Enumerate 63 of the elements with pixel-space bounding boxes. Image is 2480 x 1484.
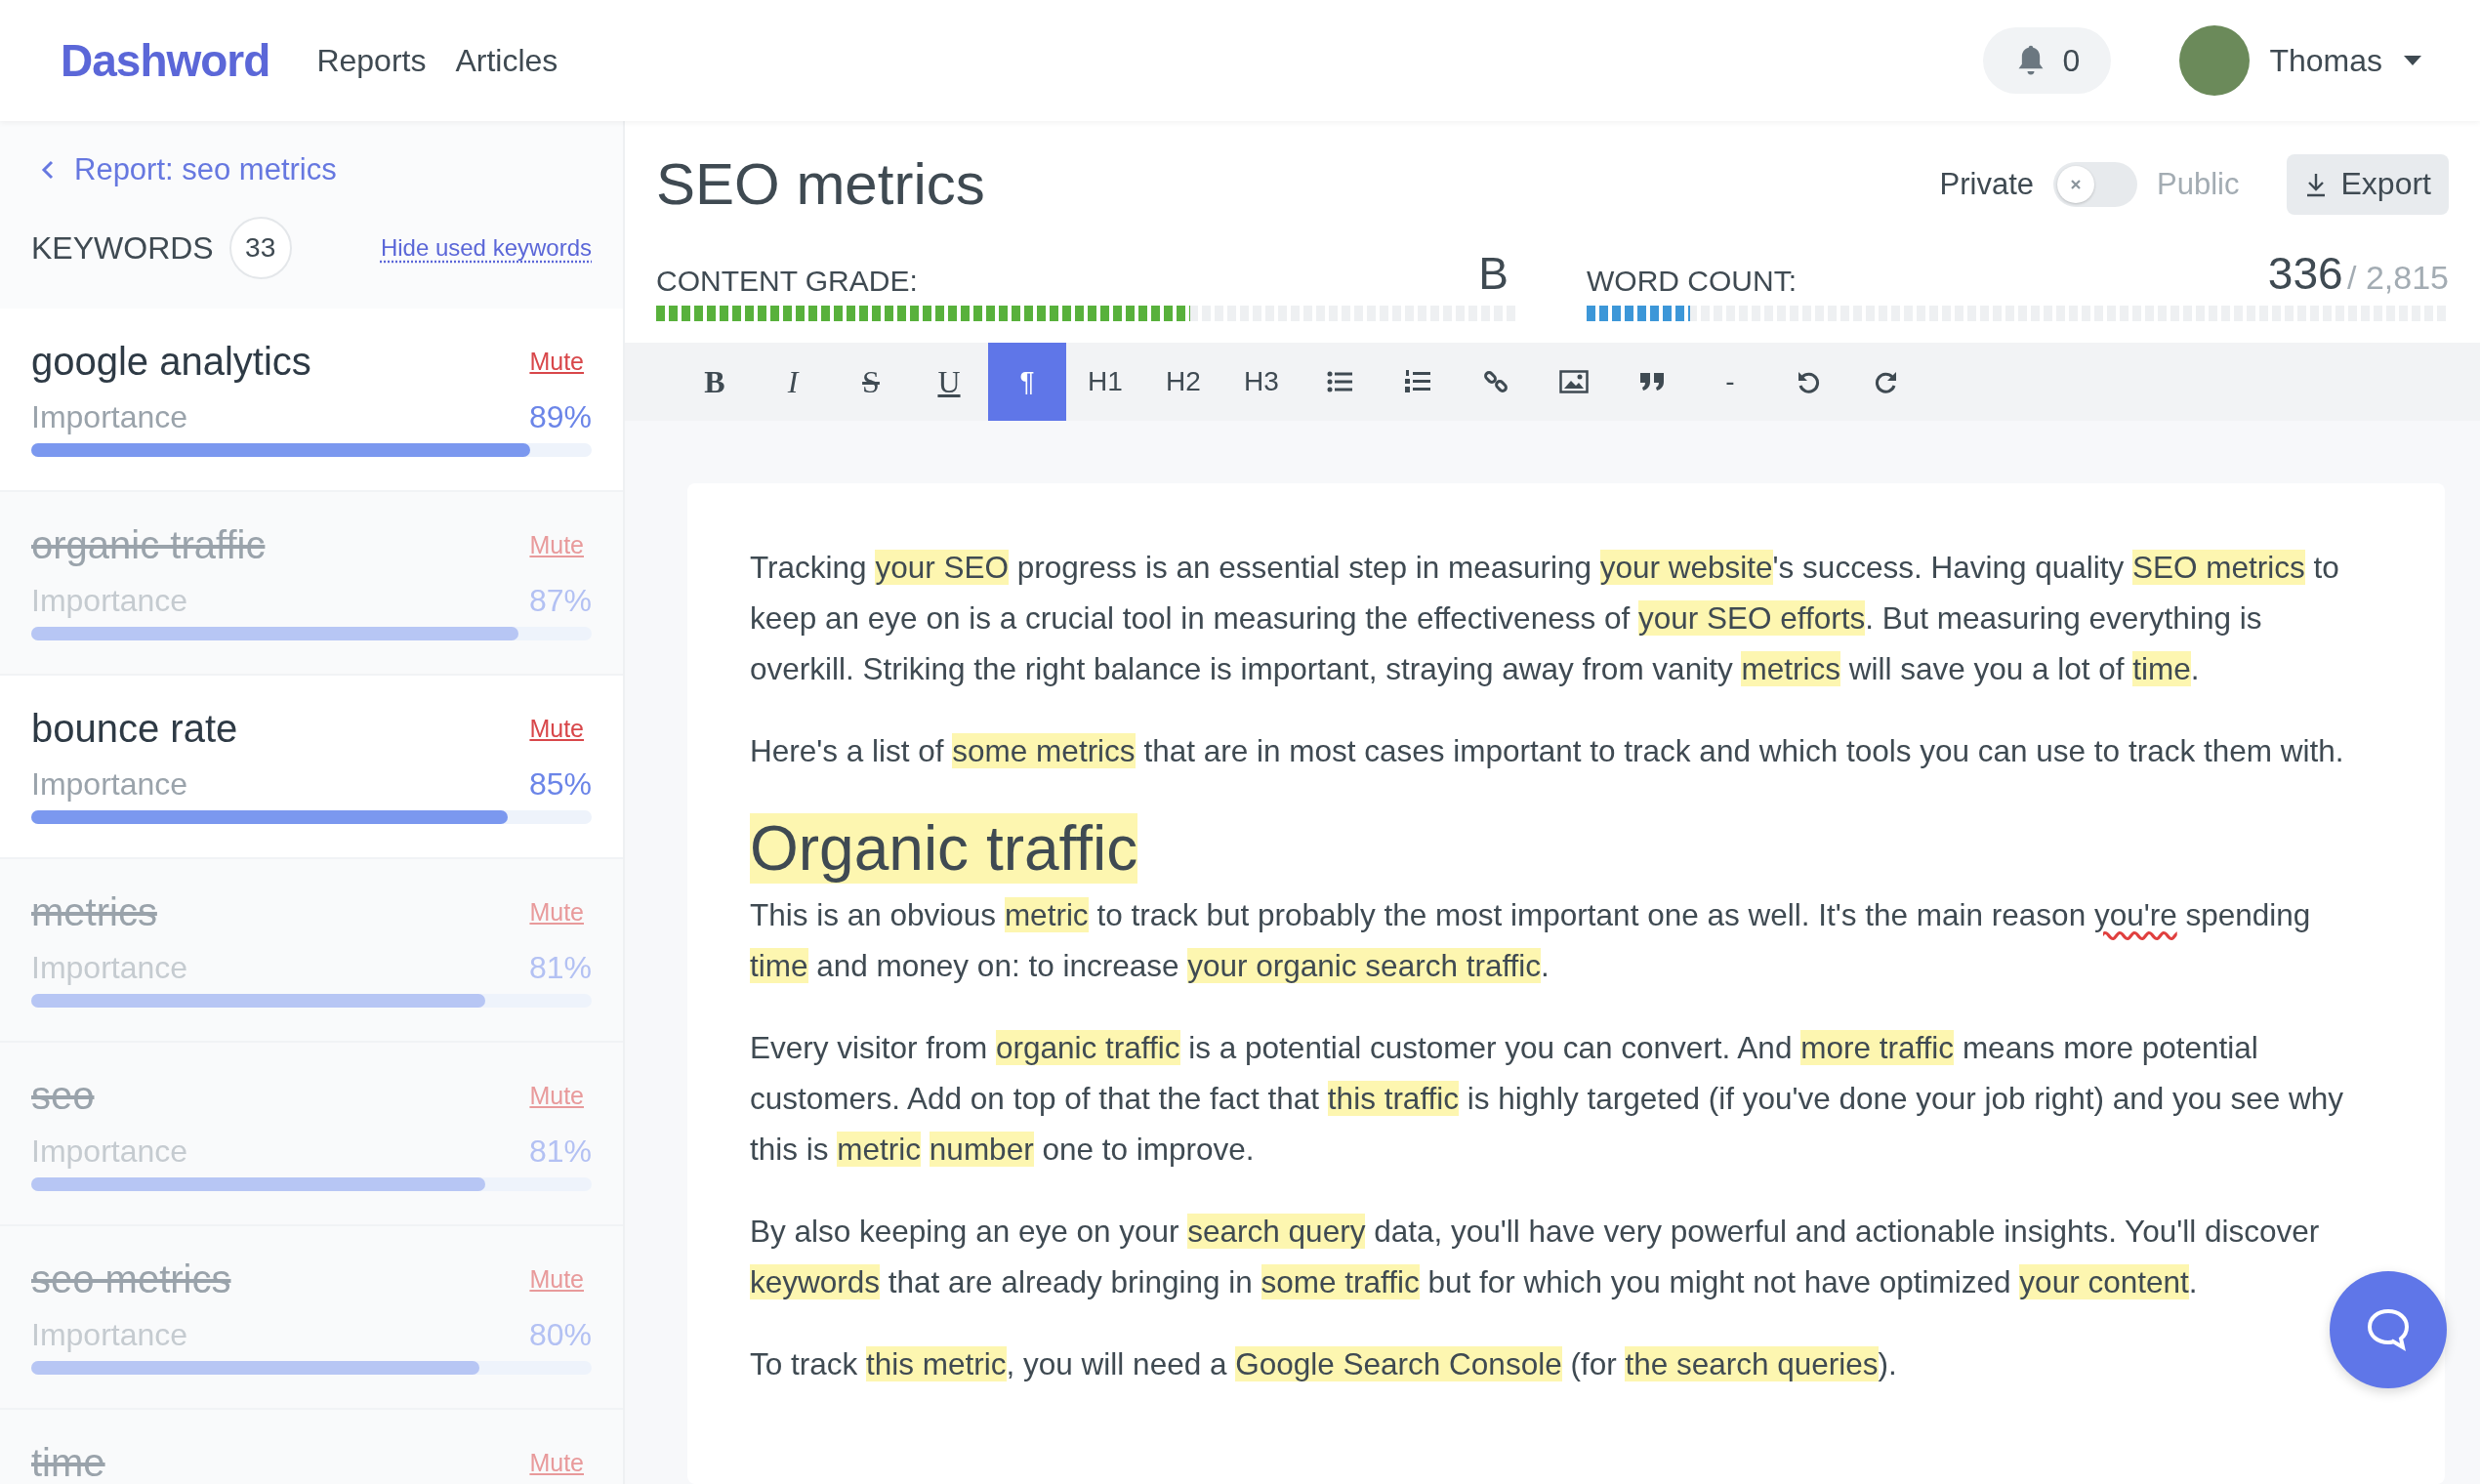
back-link[interactable]: Report: seo metrics <box>0 121 623 217</box>
content-paragraph: Every visitor from organic traffic is a potential customer you can convert. And more traffic means more potential customers. Add on top of that the fact that this traffic is highly targeted (if you've done your job right) and you see why this is metric number one to improve. <box>750 1029 2345 1169</box>
public-label: Public <box>2157 166 2240 202</box>
keywords-heading: KEYWORDS <box>31 229 214 267</box>
importance-value: 80% <box>528 1317 592 1353</box>
format-button[interactable]: H3 <box>1222 343 1301 421</box>
private-label: Private <box>1939 166 2035 202</box>
format-button[interactable]: B <box>676 343 754 421</box>
chevron-left-icon <box>41 160 55 180</box>
redo-icon <box>1875 370 1898 393</box>
visibility-toggle[interactable] <box>2053 161 2138 207</box>
undo-icon <box>1797 370 1820 393</box>
importance-value: 85% <box>528 766 592 803</box>
format-button[interactable]: I <box>754 343 832 421</box>
nav-link[interactable]: Articles <box>455 42 558 79</box>
keyword-name: bounce rate <box>31 707 238 751</box>
importance-value: 81% <box>528 950 592 986</box>
numbered-list-icon <box>1405 369 1430 394</box>
keyword-count: 33 <box>228 217 292 279</box>
format-button[interactable]: H1 <box>1066 343 1144 421</box>
content-paragraph: This is an obvious metric to track but probably the most important one as well. It's the main reason you're spending time and money on: to increase your organic search traffic. <box>750 896 2312 985</box>
quote-icon <box>1639 371 1665 392</box>
word-count-label: WORD COUNT: <box>1587 265 1797 298</box>
importance-label: Importance <box>31 766 188 803</box>
caret-icon <box>2404 56 2421 65</box>
format-button[interactable]: ¶ <box>988 343 1066 421</box>
notifications-button[interactable]: 0 <box>1982 27 2112 94</box>
chat-bubble-icon <box>2365 1307 2412 1352</box>
editor-card[interactable] <box>687 483 2445 1484</box>
nav-link[interactable]: Reports <box>316 42 427 79</box>
link-icon <box>1483 369 1509 394</box>
user-menu[interactable]: Thomas <box>2269 42 2441 79</box>
image-icon <box>1559 370 1589 393</box>
content-grade-label: CONTENT GRADE: <box>656 265 918 298</box>
content-heading: Organic traffic <box>750 812 1139 886</box>
word-count-value: 336 <box>2267 248 2343 299</box>
content-grade-value: B <box>1478 247 1509 300</box>
export-button[interactable]: Export <box>2286 153 2449 215</box>
logo[interactable]: Dashword <box>61 34 270 87</box>
format-button[interactable]: S <box>832 343 910 421</box>
keyword-name: metrics <box>31 890 157 934</box>
content-paragraph: Here's a list of some metrics that are in most cases important to track and which tools you can use to track them with. <box>750 732 2345 770</box>
keyword-name: google analytics <box>31 340 311 384</box>
document-title: SEO metrics <box>656 150 985 218</box>
importance-value: 87% <box>528 583 592 619</box>
importance-value: 81% <box>528 1134 592 1170</box>
content-paragraph: By also keeping an eye on your search query data, you'll have very powerful and actionable insights. You'll discover keywords that are already bringing in some traffic but for which you might not have optimized your content. <box>750 1213 2321 1301</box>
importance-value: 89% <box>528 399 592 435</box>
bullet-list-icon <box>1327 371 1352 392</box>
format-button[interactable]: - <box>1691 343 1769 421</box>
content-paragraph: Tracking your SEO progress is an essential step in measuring your website's success. Having quality SEO metrics to keep an eye on is a crucial tool in measuring the effectiveness of your SEO efforts. But measuring everything is overkill. Striking the right balance is important, straying away from vanity metrics will save you a lot of time. <box>750 549 2340 688</box>
keyword-name: organic traffic <box>31 523 266 567</box>
keyword-name: seo metrics <box>31 1257 231 1301</box>
format-button[interactable]: H2 <box>1144 343 1222 421</box>
close-icon <box>2070 178 2083 190</box>
word-count-target: / 2,815 <box>2347 259 2449 296</box>
importance-label: Importance <box>31 399 188 435</box>
keyword-name: time <box>31 1441 105 1484</box>
format-button[interactable]: U <box>910 343 988 421</box>
mute-link[interactable]: Mute <box>529 715 584 743</box>
hide-used-keywords-link[interactable]: Hide used keywords <box>380 234 592 262</box>
mute-link[interactable]: Mute <box>529 348 584 376</box>
keyword-name: seo <box>31 1074 95 1118</box>
